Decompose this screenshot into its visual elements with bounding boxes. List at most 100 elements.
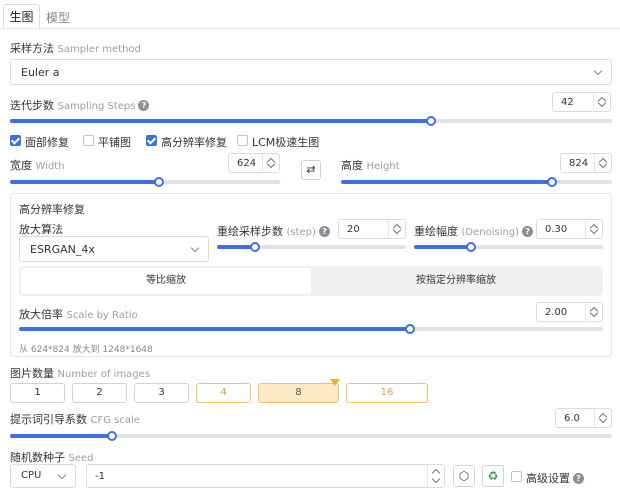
steps-label-sub: Sampling Steps [57,101,136,112]
help-icon[interactable]: ? [318,226,330,237]
device-select[interactable]: CPU [10,464,76,488]
recycle-seed-button[interactable]: ♻ [482,465,504,487]
cfg-label-text: 提示词引导系数 [10,413,87,426]
chevron-down-icon [190,243,200,253]
scale-ratio-input[interactable]: 2.00 [536,302,603,322]
checkbox-face-restore[interactable] [10,135,21,146]
images-label-text: 图片数量 [10,367,54,380]
help-icon[interactable]: ? [573,473,584,484]
upscaler-select[interactable]: ESRGAN_4x [19,236,209,262]
steps-slider-fill [10,119,432,123]
seed-stepper[interactable] [427,465,444,487]
steps-stepper[interactable] [593,93,610,111]
image-count-2[interactable]: 2 [72,383,127,403]
cfg-label-sub: CFG scale [90,415,140,426]
denoise-label-sub: (Denoising) [461,227,520,238]
resample-steps-label: 重绘采样步数 (step)? [217,223,330,239]
denoise-slider-handle[interactable] [465,242,476,252]
resample-label-sub: (step) [286,227,316,238]
sampler-label-sub: Sampler method [57,44,141,55]
steps-input[interactable]: 42 [552,92,611,112]
steps-label-text: 迭代步数 [10,99,54,112]
denoise-slider-fill [414,245,471,249]
scale-ratio-slider[interactable] [19,324,603,334]
denoise-value: 0.30 [545,223,568,235]
denoise-label-text: 重绘幅度 [414,225,458,238]
denoise-input[interactable]: 0.30 [536,219,603,239]
image-count-4[interactable]: 4 [196,383,251,403]
cfg-value: 6.0 [564,412,580,424]
option-lcm-label: LCM极速生图 [252,136,320,149]
scale-stepper[interactable] [585,303,602,321]
denoise-slider[interactable] [414,242,603,252]
sampler-select[interactable]: Euler a [10,59,612,85]
height-stepper[interactable] [594,154,611,172]
denoise-label: 重绘幅度 (Denoising)? [414,223,534,239]
image-count-16-label: 16 [380,387,394,398]
hires-title: 高分辨率修复 [19,203,85,216]
image-count-16[interactable]: 16 [346,383,428,403]
option-face-restore-label: 面部修复 [25,136,69,149]
steps-slider-handle[interactable] [426,116,437,126]
scale-label-sub: Scale by Ratio [66,310,138,321]
resample-steps-input[interactable]: 20 [338,219,406,239]
seed-label-text: 随机数种子 [10,451,65,464]
mode-ratio-label: 等比缩放 [146,275,186,286]
premium-icon [330,379,340,386]
scale-value: 2.00 [545,306,568,318]
image-count-8[interactable]: 8 [258,383,339,403]
scale-slider-fill [19,327,411,331]
resample-slider-handle[interactable] [249,242,260,252]
resample-value: 20 [347,223,360,235]
sampler-label-text: 采样方法 [10,42,54,55]
checkbox-tiling[interactable] [83,135,94,146]
height-slider-handle[interactable] [547,177,558,187]
swap-dimensions-button[interactable]: ⇄ [301,160,321,180]
sampler-label: 采样方法 Sampler method [10,40,141,56]
steps-slider[interactable] [10,116,612,126]
tab-generate[interactable]: 生图 [3,4,40,28]
dice-icon: ⬡ [458,469,470,483]
seed-input[interactable]: -1 [86,464,445,488]
cfg-label: 提示词引导系数 CFG scale [10,411,140,427]
image-count-1-label: 1 [34,387,41,398]
width-label-text: 宽度 [10,159,32,172]
mode-resolution-button[interactable]: 按指定分辨率缩放 [311,268,601,294]
upscaler-value: ESRGAN_4x [30,243,95,256]
cfg-slider-fill [10,434,113,438]
cfg-stepper[interactable] [594,409,611,427]
image-count-3[interactable]: 3 [134,383,189,403]
width-value: 624 [237,157,257,169]
height-label-text: 高度 [341,159,363,172]
checkbox-advanced[interactable] [511,471,522,482]
cfg-slider[interactable] [10,431,612,441]
width-slider-handle[interactable] [153,177,164,187]
width-slider[interactable] [10,177,280,187]
steps-label: 迭代步数 Sampling Steps? [10,97,150,113]
scale-label-text: 放大倍率 [19,308,63,321]
width-stepper[interactable] [262,154,279,172]
help-icon[interactable]: ? [522,226,534,237]
tab-model[interactable]: 模型 [46,9,70,26]
width-label-sub: Width [35,161,65,172]
image-count-1[interactable]: 1 [10,383,65,403]
advanced-label-text: 高级设置 [526,472,570,485]
help-icon[interactable]: ? [138,100,150,111]
random-seed-button[interactable]: ⬡ [453,465,475,487]
resample-stepper[interactable] [388,220,405,238]
width-input[interactable]: 624 [228,153,280,173]
swap-icon: ⇄ [306,163,316,176]
height-slider[interactable] [341,177,612,187]
cfg-slider-handle[interactable] [107,431,118,441]
chevron-down-icon [57,470,67,480]
denoise-stepper[interactable] [585,220,602,238]
height-input[interactable]: 824 [560,153,612,173]
mode-ratio-button[interactable]: 等比缩放 [21,268,311,294]
resample-steps-slider[interactable] [217,242,406,252]
scale-ratio-label: 放大倍率 Scale by Ratio [19,306,138,322]
checkbox-hires-fix[interactable] [146,135,157,146]
seed-label: 随机数种子 Seed [10,449,94,465]
images-label: 图片数量 Number of images [10,365,150,381]
checkbox-lcm[interactable] [237,135,248,146]
cfg-input[interactable]: 6.0 [555,408,612,428]
